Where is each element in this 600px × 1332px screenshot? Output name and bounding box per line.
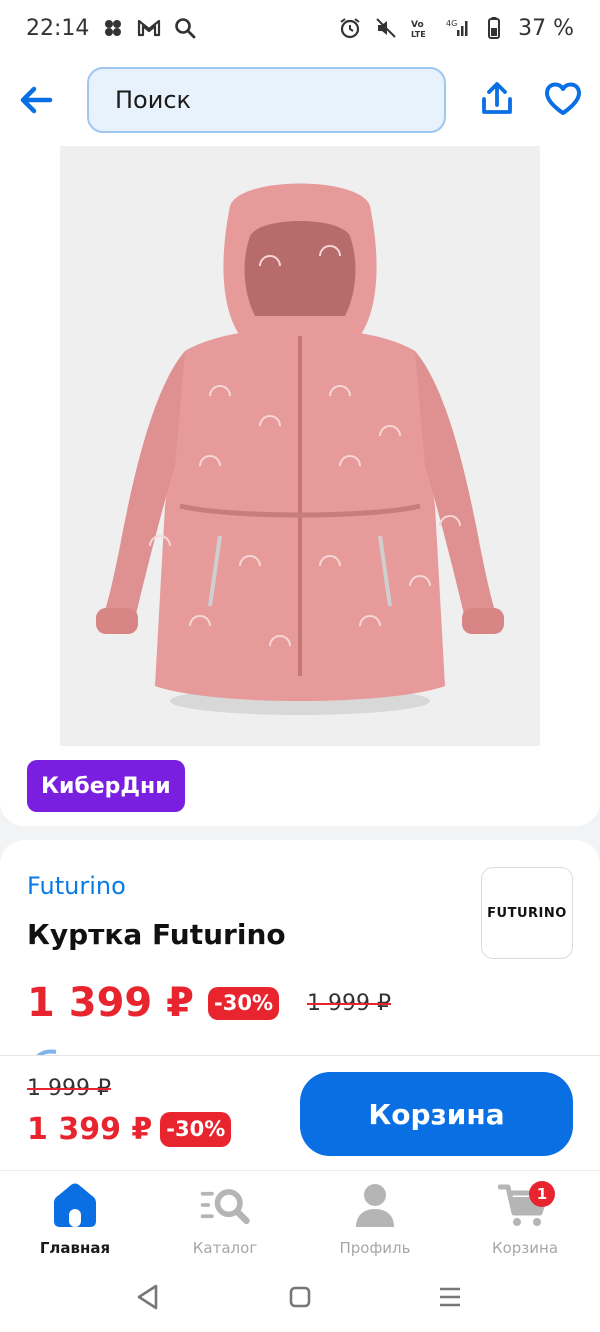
svg-text:LTE: LTE [411, 30, 426, 39]
product-gallery-card: Поиск КиберДни [0, 56, 600, 826]
brand-link[interactable]: Futurino [27, 872, 126, 900]
bottom-tab-bar: Главная Каталог Профиль 1 Корзина [0, 1170, 600, 1262]
mute-icon [374, 16, 398, 40]
buy-old-price: 1 999 ₽ [27, 1076, 111, 1101]
jacket-illustration [60, 146, 540, 746]
share-icon [482, 82, 512, 114]
volte-icon: Vo LTE [410, 16, 434, 40]
tab-cart-label: Корзина [491, 1239, 559, 1257]
search-icon [173, 16, 197, 40]
catalog-search-icon [197, 1179, 253, 1231]
favorite-button[interactable] [540, 78, 586, 120]
cart-icon: 1 [497, 1179, 555, 1231]
system-home-button[interactable] [283, 1280, 317, 1314]
brand-logo[interactable]: FUTURINO [481, 867, 573, 959]
square-home-icon [289, 1286, 311, 1308]
current-price: 1 399 ₽ [27, 980, 195, 1026]
triangle-back-icon [137, 1284, 158, 1310]
tab-cart[interactable]: 1 Корзина [465, 1179, 585, 1259]
menu-lines-icon [440, 1287, 460, 1307]
tab-profile[interactable]: Профиль [315, 1179, 435, 1259]
product-title: Куртка Futurino [27, 918, 286, 951]
apps-dots-icon [101, 16, 125, 40]
brand-logo-text: FUTURINO [487, 905, 567, 921]
system-navigation-bar [0, 1262, 600, 1332]
svg-text:Vo: Vo [411, 20, 424, 30]
home-icon [47, 1179, 103, 1231]
tab-catalog-label: Каталог [192, 1239, 258, 1257]
search-input[interactable]: Поиск [87, 67, 446, 133]
header: Поиск [0, 66, 600, 136]
add-to-cart-label: Корзина [368, 1097, 505, 1131]
tab-profile-label: Профиль [339, 1239, 411, 1257]
tab-catalog[interactable]: Каталог [165, 1179, 285, 1259]
battery-icon [482, 16, 506, 40]
add-to-cart-button[interactable]: Корзина [300, 1072, 573, 1156]
arrow-left-icon [20, 86, 53, 114]
product-image[interactable] [60, 146, 540, 746]
old-price: 1 999 ₽ [307, 990, 391, 1016]
back-button[interactable] [16, 80, 56, 120]
status-time: 22:14 [26, 15, 90, 41]
system-back-button[interactable] [131, 1280, 165, 1314]
system-menu-button[interactable] [433, 1280, 467, 1314]
alarm-icon [338, 16, 362, 40]
svg-text:4G: 4G [446, 19, 457, 28]
tab-home-label: Главная [39, 1239, 111, 1257]
buy-discount-badge: -30% [160, 1112, 232, 1147]
cart-count-badge: 1 [529, 1181, 555, 1207]
signal-icon: 4G [446, 16, 470, 40]
share-button[interactable] [476, 78, 518, 120]
promo-badge-label: КиберДни [41, 773, 171, 799]
price-row: 1 399 ₽ -30% 1 999 ₽ [27, 980, 391, 1026]
status-bar: 22:14 Vo LTE 4G 37 % [0, 0, 600, 56]
gmail-icon [137, 16, 161, 40]
search-placeholder: Поиск [115, 86, 192, 114]
battery-percent: 37 % [518, 15, 574, 41]
heart-icon [545, 82, 581, 115]
buy-price-row: 1 399 ₽ -30% [27, 1112, 232, 1147]
profile-icon [347, 1179, 403, 1231]
purchase-bar: 1 999 ₽ 1 399 ₽ -30% Корзина [0, 1055, 600, 1170]
promo-badge[interactable]: КиберДни [27, 760, 185, 812]
buy-current-price: 1 399 ₽ [27, 1112, 153, 1147]
tab-home[interactable]: Главная [15, 1179, 135, 1259]
discount-badge: -30% [208, 986, 279, 1020]
